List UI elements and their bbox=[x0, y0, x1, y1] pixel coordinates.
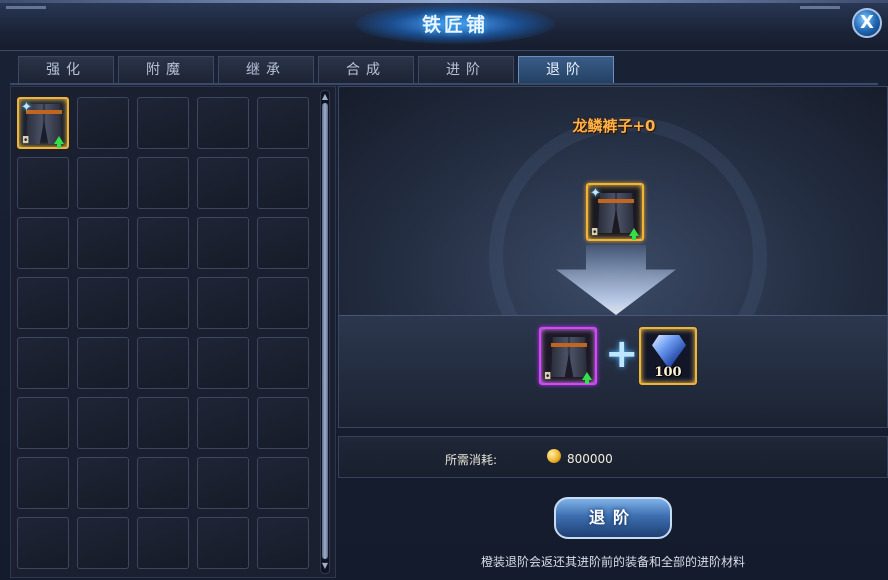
tab-strengthen[interactable]: 强化 bbox=[18, 56, 114, 83]
inventory-slot[interactable] bbox=[257, 157, 309, 209]
inventory-slot[interactable] bbox=[77, 97, 129, 149]
inventory-slot[interactable] bbox=[257, 217, 309, 269]
inventory-slot[interactable] bbox=[257, 97, 309, 149]
inventory-slot[interactable] bbox=[77, 217, 129, 269]
source-item-slot[interactable]: ✦ ◘ bbox=[586, 183, 644, 241]
tab-advance[interactable]: 进阶 bbox=[418, 56, 514, 83]
pants-waistband bbox=[551, 343, 587, 347]
close-button[interactable]: X bbox=[852, 8, 882, 38]
frame-corner-ornament bbox=[800, 6, 840, 39]
sparkle-icon: ✦ bbox=[21, 100, 32, 115]
result-item-slot[interactable]: ◘ bbox=[539, 327, 597, 385]
inventory-slot[interactable] bbox=[137, 157, 189, 209]
inventory-slot[interactable] bbox=[257, 457, 309, 509]
item-name: 龙鳞裤子+0 bbox=[572, 117, 656, 135]
inventory-slot[interactable] bbox=[77, 277, 129, 329]
inventory-slot[interactable] bbox=[257, 337, 309, 389]
inventory-slot[interactable] bbox=[137, 337, 189, 389]
inventory-slot[interactable] bbox=[17, 217, 69, 269]
inventory-slot[interactable] bbox=[197, 97, 249, 149]
inventory-slot[interactable] bbox=[137, 517, 189, 569]
lock-icon: ◘ bbox=[591, 228, 599, 238]
scroll-up-icon[interactable]: ▲ bbox=[321, 92, 329, 102]
inventory-slot[interactable] bbox=[17, 517, 69, 569]
plus-icon: + bbox=[605, 331, 639, 377]
material-item-slot[interactable]: 100 bbox=[639, 327, 697, 385]
blue-gem-icon bbox=[652, 335, 686, 369]
inventory-slot[interactable] bbox=[257, 277, 309, 329]
close-icon: X bbox=[860, 12, 874, 33]
tab-enchant[interactable]: 附魔 bbox=[118, 56, 214, 83]
inventory-scrollbar[interactable]: ▲ ▼ bbox=[320, 90, 330, 574]
inventory-slot[interactable] bbox=[257, 397, 309, 449]
inventory-slot[interactable] bbox=[17, 157, 69, 209]
inventory-slot[interactable] bbox=[17, 397, 69, 449]
inventory-panel: ✦ ◘ bbox=[10, 86, 336, 578]
inventory-slot[interactable] bbox=[77, 157, 129, 209]
lock-icon: ◘ bbox=[544, 372, 552, 382]
material-count: 100 bbox=[654, 365, 682, 380]
inventory-slot[interactable] bbox=[137, 277, 189, 329]
lock-icon: ◘ bbox=[22, 136, 30, 146]
frame-corner-ornament bbox=[6, 6, 46, 39]
cost-label: 所需消耗: bbox=[445, 453, 498, 467]
inventory-slot[interactable] bbox=[197, 217, 249, 269]
cost-bar: 所需消耗: 800000 bbox=[338, 436, 888, 478]
window-title: 铁匠铺 bbox=[421, 14, 488, 36]
inventory-slot[interactable] bbox=[137, 97, 189, 149]
inventory-slot[interactable] bbox=[197, 337, 249, 389]
inventory-slot[interactable] bbox=[17, 277, 69, 329]
retreat-stage: 龙鳞裤子+0 ✦ ◘ ◘ + 100 bbox=[338, 86, 888, 428]
inventory-slot[interactable] bbox=[197, 457, 249, 509]
upgrade-arrow-icon bbox=[582, 372, 592, 384]
inventory-slot[interactable] bbox=[77, 457, 129, 509]
inventory-slot[interactable] bbox=[77, 517, 129, 569]
hint-text: 橙装退阶会返还其进阶前的装备和全部的进阶材料 bbox=[480, 555, 745, 569]
inventory-slot[interactable] bbox=[197, 277, 249, 329]
scrollbar-thumb[interactable] bbox=[322, 103, 328, 559]
pants-waistband bbox=[598, 199, 634, 203]
tab-retreat[interactable]: 退阶 bbox=[518, 56, 614, 83]
inventory-slot[interactable] bbox=[197, 397, 249, 449]
inventory-slot[interactable] bbox=[137, 397, 189, 449]
scroll-down-icon[interactable]: ▼ bbox=[321, 561, 329, 571]
inventory-slot[interactable] bbox=[77, 397, 129, 449]
cost-value: 800000 bbox=[567, 452, 613, 466]
sparkle-icon: ✦ bbox=[590, 186, 601, 201]
inventory-slot[interactable] bbox=[77, 337, 129, 389]
upgrade-arrow-icon bbox=[629, 228, 639, 240]
retreat-button[interactable]: 退阶 bbox=[554, 497, 672, 539]
tab-inherit[interactable]: 继承 bbox=[218, 56, 314, 83]
tab-divider bbox=[10, 83, 878, 85]
inventory-slot[interactable] bbox=[137, 217, 189, 269]
inventory-slot[interactable] bbox=[197, 517, 249, 569]
upgrade-arrow-icon bbox=[54, 136, 64, 148]
gold-coin-icon bbox=[547, 449, 561, 463]
tab-synthesize[interactable]: 合成 bbox=[318, 56, 414, 83]
inventory-slot[interactable] bbox=[137, 457, 189, 509]
inventory-slot[interactable] bbox=[17, 337, 69, 389]
inventory-slot[interactable]: ✦ ◘ bbox=[17, 97, 69, 149]
blacksmith-window: 铁匠铺 X 强化 附魔 继承 合成 进阶 退阶 ✦ ◘ ▲ ▼ 龙鳞裤子+0 ✦ … bbox=[0, 0, 888, 580]
inventory-slot[interactable] bbox=[257, 517, 309, 569]
inventory-slot[interactable] bbox=[17, 457, 69, 509]
inventory-slot[interactable] bbox=[197, 157, 249, 209]
